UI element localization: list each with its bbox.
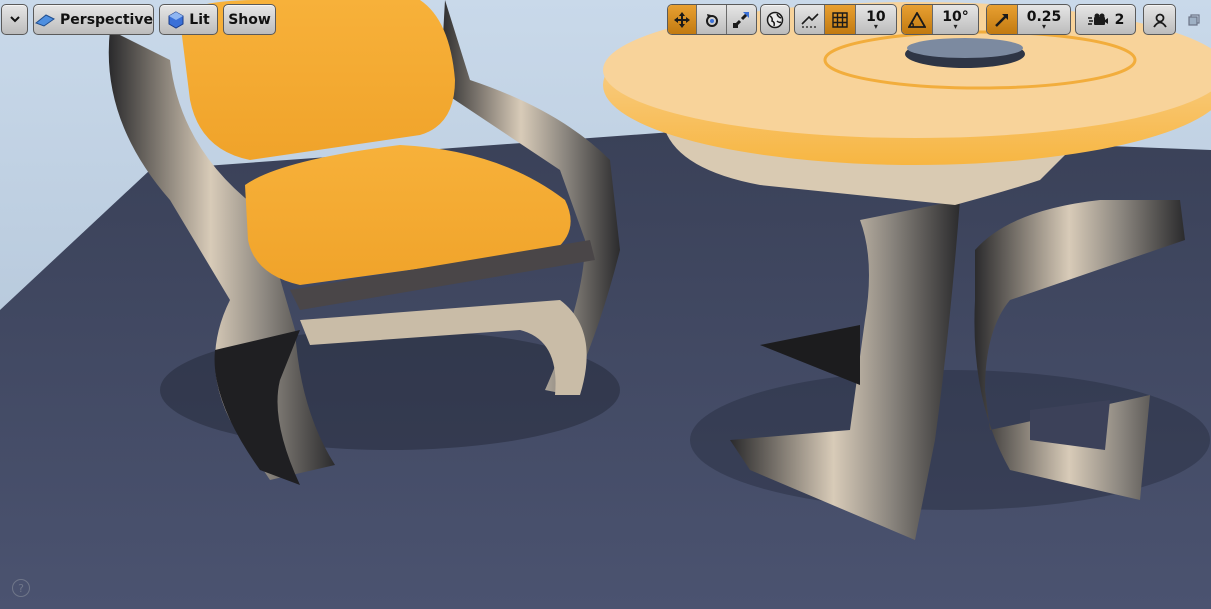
help-icon[interactable]: ? — [12, 579, 30, 597]
camera-speed-icon — [1087, 13, 1108, 25]
perspective-camera-icon — [35, 13, 56, 27]
perspective-label: Perspective — [60, 11, 153, 28]
scale-tool-button[interactable] — [725, 5, 756, 34]
rotate-icon — [705, 13, 718, 27]
chevron-down-icon — [9, 16, 20, 23]
globe-icon — [766, 11, 784, 28]
grid-snap-toggle[interactable] — [824, 5, 855, 34]
viewport-scene[interactable] — [0, 0, 1211, 609]
rotate-tool-button[interactable] — [696, 5, 725, 34]
help-icon-glyph: ? — [18, 581, 24, 595]
chevron-down-icon: ▾ — [873, 21, 878, 31]
scale-snap-group: 0.25 ▾ — [986, 4, 1071, 35]
lit-label: Lit — [189, 11, 210, 28]
rotation-snap-toggle[interactable] — [902, 5, 932, 34]
scale-snap-value-dropdown[interactable]: 0.25 ▾ — [1017, 5, 1070, 34]
move-arrows-icon — [674, 11, 691, 28]
camera-speed-value: 2 — [1114, 11, 1125, 28]
coordinate-space-button[interactable] — [760, 4, 790, 35]
viewport-layout-button[interactable] — [1143, 4, 1176, 35]
rotation-snap-value-dropdown[interactable]: 10° ▾ — [932, 5, 978, 34]
viewport-user-icon — [1152, 13, 1167, 28]
lit-mode-button[interactable]: Lit — [159, 4, 218, 35]
grid-snap-value-dropdown[interactable]: 10 ▾ — [854, 5, 896, 34]
show-button[interactable]: Show — [223, 4, 276, 35]
lit-cube-icon — [168, 10, 184, 29]
grid-icon — [832, 11, 848, 28]
angle-icon — [908, 11, 926, 28]
chevron-down-icon: ▾ — [953, 21, 958, 31]
translate-tool-button[interactable] — [668, 5, 697, 34]
viewport-options-button[interactable] — [1, 4, 28, 35]
camera-speed-button[interactable]: 2 — [1075, 4, 1136, 35]
scale-arrow-icon — [995, 13, 1008, 27]
scale-icon — [733, 11, 750, 28]
show-label: Show — [228, 11, 271, 28]
surface-snap-button[interactable] — [795, 5, 824, 34]
perspective-button[interactable]: Perspective — [33, 4, 154, 35]
scale-snap-toggle[interactable] — [987, 5, 1017, 34]
rotation-snap-group: 10° ▾ — [901, 4, 979, 35]
restore-viewport-icon[interactable] — [1188, 14, 1200, 26]
surface-snap-icon — [801, 12, 819, 28]
grid-snap-group: 10 ▾ — [794, 4, 897, 35]
transform-tools-group — [667, 4, 757, 35]
level-viewport[interactable]: Perspective Lit Show 10 ▾ 10° ▾ 0.25 ▾ 2… — [0, 0, 1211, 609]
chevron-down-icon: ▾ — [1041, 21, 1046, 31]
